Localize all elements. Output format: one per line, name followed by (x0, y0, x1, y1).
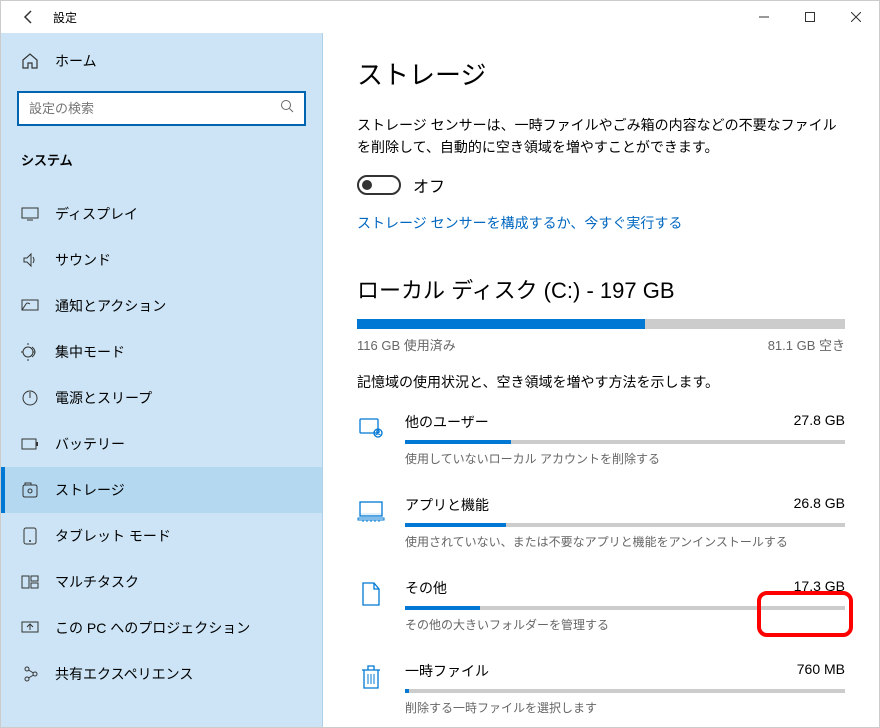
storage-category[interactable]: 他のユーザー 27.8 GB 使用していないローカル アカウントを削除する (357, 412, 845, 467)
sidebar-item-label: 共有エクスペリエンス (55, 664, 193, 684)
highlight-annotation (757, 591, 853, 637)
focus-icon (21, 343, 39, 361)
sidebar-item-label: サウンド (55, 250, 111, 270)
storage-category[interactable]: アプリと機能 26.8 GB 使用されていない、または不要なアプリと機能をアンインス… (357, 495, 845, 550)
disk-desc: 記憶域の使用状況と、空き領域を増やす方法を示します。 (357, 372, 845, 392)
storage-sense-toggle[interactable]: オフ (357, 173, 845, 197)
search-icon (280, 99, 294, 118)
sidebar-item-label: マルチタスク (55, 572, 139, 592)
power-icon (21, 389, 39, 407)
sidebar-section: システム (1, 136, 322, 179)
sidebar-item-label: ディスプレイ (55, 204, 138, 224)
category-name: 一時ファイル (405, 661, 489, 681)
sidebar-item-6[interactable]: ストレージ (1, 467, 322, 513)
window-title: 設定 (53, 9, 741, 26)
sidebar-item-1[interactable]: サウンド (1, 237, 322, 283)
sidebar-item-3[interactable]: 集中モード (1, 329, 322, 375)
sidebar-item-label: 電源とスリープ (55, 388, 152, 408)
sidebar-item-7[interactable]: タブレット モード (1, 513, 322, 559)
category-subtitle: 削除する一時ファイルを選択します (405, 699, 845, 716)
disk-title: ローカル ディスク (C:) - 197 GB (357, 273, 845, 305)
sidebar-item-label: タブレット モード (55, 526, 171, 546)
disk-usage-fill (357, 319, 645, 329)
storage-sense-desc: ストレージ センサーは、一時ファイルやごみ箱の内容などの不要なファイルを削除して… (357, 114, 845, 159)
sidebar-item-label: バッテリー (55, 434, 125, 454)
sidebar-item-5[interactable]: バッテリー (1, 421, 322, 467)
share-icon (21, 665, 39, 683)
home-icon (21, 52, 39, 70)
titlebar: 設定 (1, 1, 879, 33)
sidebar-nav: ディスプレイサウンド通知とアクション集中モード電源とスリープバッテリーストレージ… (1, 191, 322, 697)
minimize-button[interactable] (741, 1, 787, 33)
category-bar (405, 523, 845, 527)
sidebar-item-8[interactable]: マルチタスク (1, 559, 322, 605)
disk-used-label: 116 GB 使用済み (357, 335, 456, 354)
sidebar-home[interactable]: ホーム (1, 41, 322, 81)
category-bar (405, 440, 845, 444)
maximize-button[interactable] (787, 1, 833, 33)
toggle-label: オフ (413, 173, 445, 197)
sidebar-item-label: 集中モード (55, 342, 125, 362)
storage-icon (21, 481, 39, 499)
toggle-switch-icon[interactable] (357, 175, 401, 195)
other-icon (357, 580, 385, 608)
category-subtitle: 使用していないローカル アカウントを削除する (405, 450, 845, 467)
sidebar-item-label: 通知とアクション (55, 296, 166, 316)
disk-free-label: 81.1 GB 空き (768, 335, 845, 354)
sidebar-item-0[interactable]: ディスプレイ (1, 191, 322, 237)
sidebar-home-label: ホーム (55, 51, 97, 71)
category-name: アプリと機能 (405, 495, 489, 515)
back-button[interactable] (13, 9, 45, 25)
category-bar (405, 689, 845, 693)
sidebar-item-10[interactable]: 共有エクスペリエンス (1, 651, 322, 697)
apps-icon (357, 497, 385, 525)
storage-category[interactable]: 一時ファイル 760 MB 削除する一時ファイルを選択します (357, 661, 845, 716)
tablet-icon (21, 527, 39, 545)
sidebar-item-label: ストレージ (55, 480, 125, 500)
category-subtitle: 使用されていない、または不要なアプリと機能をアンインストールする (405, 533, 845, 550)
category-name: 他のユーザー (405, 412, 489, 432)
temp-files-icon (357, 663, 385, 691)
sidebar-item-4[interactable]: 電源とスリープ (1, 375, 322, 421)
category-size: 27.8 GB (794, 412, 845, 432)
configure-sense-link[interactable]: ストレージ センサーを構成するか、今すぐ実行する (357, 213, 845, 233)
battery-icon (21, 435, 39, 453)
page-heading: ストレージ (357, 55, 845, 92)
multitask-icon (21, 573, 39, 591)
sidebar-item-2[interactable]: 通知とアクション (1, 283, 322, 329)
sound-icon (21, 251, 39, 269)
sidebar: ホーム システム ディスプレイサウンド通知とアクション集中モード電源とスリープバ… (1, 33, 323, 727)
category-size: 26.8 GB (794, 495, 845, 515)
disk-usage-bar (357, 319, 845, 329)
content-pane: ストレージ ストレージ センサーは、一時ファイルやごみ箱の内容などの不要なファイ… (323, 33, 879, 727)
display-icon (21, 205, 39, 223)
notifications-icon (21, 297, 39, 315)
category-name: その他 (405, 578, 447, 598)
search-input[interactable] (17, 91, 306, 126)
sidebar-item-9[interactable]: この PC へのプロジェクション (1, 605, 322, 651)
category-size: 760 MB (797, 661, 845, 681)
projection-icon (21, 619, 39, 637)
other-users-icon (357, 414, 385, 442)
sidebar-item-label: この PC へのプロジェクション (55, 618, 250, 638)
search-field[interactable] (29, 101, 280, 116)
close-button[interactable] (833, 1, 879, 33)
